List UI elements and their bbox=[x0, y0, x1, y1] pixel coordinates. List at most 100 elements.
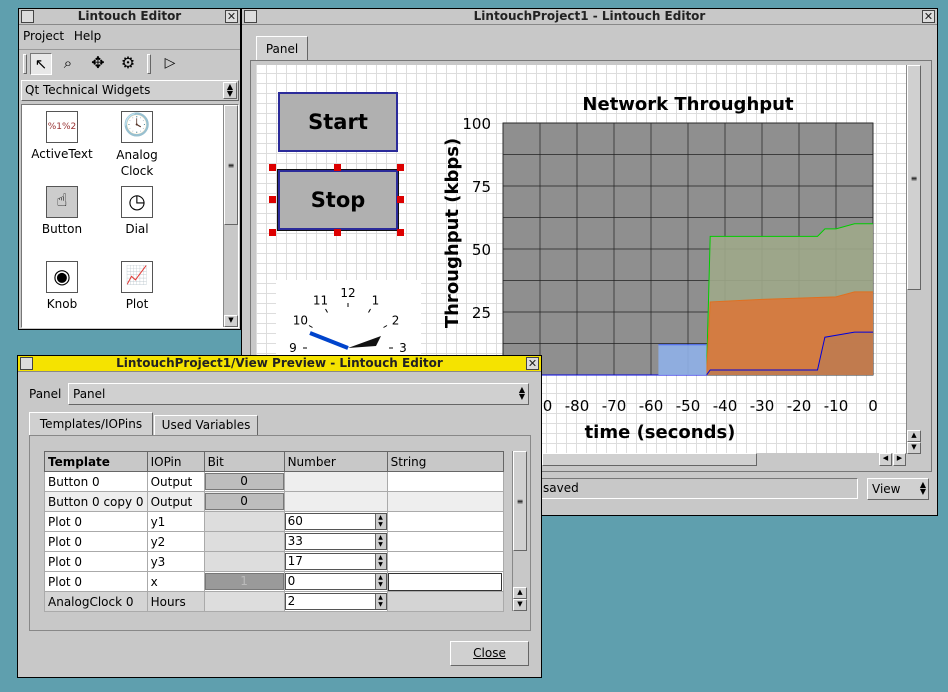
cell-number[interactable]: 17 ▲ ▼ bbox=[283, 551, 388, 572]
toolbar-handle-2[interactable] bbox=[147, 54, 151, 74]
canvas-hscroll-thumb[interactable] bbox=[542, 453, 757, 466]
cell-bit[interactable]: 0 bbox=[203, 491, 285, 512]
stop-button[interactable]: Stop bbox=[278, 170, 398, 230]
cell-bit[interactable]: 0 bbox=[203, 471, 285, 492]
selection-handle[interactable] bbox=[334, 164, 341, 171]
table-row[interactable]: Plot 0 y2 33 ▲ ▼ bbox=[44, 531, 504, 552]
window-menu-icon[interactable] bbox=[244, 10, 257, 23]
clock-numeral: 10 bbox=[293, 314, 308, 328]
selection-handle[interactable] bbox=[269, 229, 276, 236]
scroll-left-icon[interactable]: ◀ bbox=[879, 453, 892, 466]
selection-handle[interactable] bbox=[334, 229, 341, 236]
dial-widget-icon[interactable]: ◷ bbox=[121, 186, 153, 218]
gear-icon[interactable]: ⚙ bbox=[117, 53, 139, 75]
close-icon[interactable]: ✕ bbox=[922, 10, 935, 23]
table-row[interactable]: AnalogClock 0 Hours 2 ▲ ▼ bbox=[44, 591, 504, 612]
window-menu-icon[interactable] bbox=[21, 10, 34, 23]
view-combo[interactable]: View ▲ ▼ bbox=[867, 478, 929, 500]
selection-handle[interactable] bbox=[269, 196, 276, 203]
close-icon[interactable]: ✕ bbox=[526, 357, 539, 370]
tab-templates-iopins[interactable]: Templates/IOPins bbox=[29, 412, 153, 436]
scroll-up-icon[interactable]: ▲ bbox=[907, 430, 921, 442]
col-string[interactable]: String bbox=[386, 451, 504, 472]
spin-arrows-icon[interactable]: ▲ ▼ bbox=[374, 574, 386, 589]
toolbox-title: Lintouch Editor bbox=[77, 9, 182, 23]
move-tool-icon[interactable]: ✥ bbox=[87, 53, 109, 75]
spin-arrows-icon[interactable]: ▲ ▼ bbox=[374, 514, 386, 529]
toolbar-handle[interactable] bbox=[23, 54, 27, 74]
table-row[interactable]: Button 0 copy 0 Output 0 bbox=[44, 491, 504, 512]
activetext-widget-label[interactable]: ActiveText bbox=[27, 147, 97, 161]
selection-handle[interactable] bbox=[397, 164, 404, 171]
plot-widget-icon[interactable]: 📈 bbox=[121, 261, 153, 293]
knob-widget-icon[interactable]: ◉ bbox=[46, 261, 78, 293]
selection-handle[interactable] bbox=[269, 164, 276, 171]
scroll-right-icon[interactable]: ▶ bbox=[893, 453, 906, 466]
bit-toggle[interactable]: 0 bbox=[205, 473, 284, 490]
button-widget-label[interactable]: Button bbox=[27, 222, 97, 236]
window-menu-icon[interactable] bbox=[20, 357, 33, 370]
col-bit[interactable]: Bit bbox=[203, 451, 285, 472]
editor-titlebar[interactable]: LintouchProject1 - Lintouch Editor ✕ bbox=[242, 9, 937, 25]
combo-arrows-icon[interactable]: ▲ ▼ bbox=[223, 82, 237, 99]
number-spinbox[interactable]: 2 ▲ ▼ bbox=[285, 593, 387, 610]
plot-widget-label[interactable]: Plot bbox=[102, 297, 172, 311]
palette-scroll-thumb[interactable]: ≡ bbox=[224, 105, 238, 225]
activetext-widget-icon[interactable]: %1%2 bbox=[46, 111, 78, 143]
canvas-vscroll-thumb[interactable]: ≡ bbox=[907, 65, 921, 290]
knob-widget-label[interactable]: Knob bbox=[27, 297, 97, 311]
cell-number[interactable]: 2 ▲ ▼ bbox=[283, 591, 388, 612]
bit-toggle[interactable]: 0 bbox=[205, 493, 284, 510]
table-row[interactable]: Plot 0 y3 17 ▲ ▼ bbox=[44, 551, 504, 572]
button-widget-icon[interactable]: ☝ bbox=[46, 186, 78, 218]
scroll-up-icon[interactable]: ▲ bbox=[513, 587, 527, 599]
widget-set-combo[interactable]: Qt Technical Widgets ▲ ▼ bbox=[21, 80, 239, 101]
table-vscroll-thumb[interactable]: ≡ bbox=[513, 451, 527, 551]
analog-clock-widget-label[interactable]: Analog Clock bbox=[102, 147, 172, 179]
number-spinbox[interactable]: 60 ▲ ▼ bbox=[285, 513, 387, 530]
tab-panel[interactable]: Panel bbox=[256, 36, 308, 61]
selection-handle[interactable] bbox=[397, 229, 404, 236]
scroll-down-icon[interactable]: ▼ bbox=[907, 442, 921, 454]
cell-number[interactable]: 33 ▲ ▼ bbox=[283, 531, 388, 552]
plot-y-tick-label: 100 bbox=[462, 115, 491, 133]
table-row[interactable]: Button 0 Output 0 bbox=[44, 471, 504, 492]
selection-handle[interactable] bbox=[397, 196, 404, 203]
tab-used-variables[interactable]: Used Variables bbox=[154, 415, 258, 436]
preview-titlebar[interactable]: LintouchProject1/View Preview - Lintouch… bbox=[18, 356, 541, 372]
zoom-tool-icon[interactable]: ⌕ bbox=[57, 53, 79, 75]
toolbox-titlebar[interactable]: Lintouch Editor ✕ bbox=[19, 9, 240, 25]
col-iopin[interactable]: IOPin bbox=[146, 451, 205, 472]
number-spinbox[interactable]: 0 ▲ ▼ bbox=[285, 573, 387, 590]
menu-help[interactable]: Help bbox=[74, 29, 101, 43]
cell-bit[interactable]: 1 bbox=[203, 571, 285, 592]
dial-widget-label[interactable]: Dial bbox=[102, 222, 172, 236]
pointer-tool-icon[interactable]: ↖ bbox=[30, 53, 52, 75]
start-button[interactable]: Start bbox=[278, 92, 398, 152]
canvas-vscrollbar[interactable]: ≡ ▲ ▼ bbox=[906, 65, 921, 454]
table-row[interactable]: Plot 0 y1 60 ▲ ▼ bbox=[44, 511, 504, 532]
clock-numeral: 1 bbox=[372, 293, 380, 307]
run-icon[interactable]: ▷ bbox=[159, 53, 181, 75]
spin-arrows-icon[interactable]: ▲ ▼ bbox=[374, 534, 386, 549]
col-template[interactable]: Template bbox=[44, 451, 148, 472]
spin-arrows-icon[interactable]: ▲ ▼ bbox=[374, 554, 386, 569]
cell-number[interactable]: 0 ▲ ▼ bbox=[283, 571, 388, 592]
spin-arrows-icon[interactable]: ▲ ▼ bbox=[374, 594, 386, 609]
table-vscrollbar[interactable]: ≡ ▲ ▼ bbox=[512, 451, 527, 611]
cell-number[interactable]: 60 ▲ ▼ bbox=[283, 511, 388, 532]
palette-scroll-down-icon[interactable]: ▼ bbox=[224, 315, 238, 327]
col-number[interactable]: Number bbox=[283, 451, 388, 472]
palette-scrollbar[interactable]: ≡ ▼ bbox=[223, 105, 238, 327]
menu-project[interactable]: Project bbox=[23, 29, 64, 43]
number-spinbox[interactable]: 33 ▲ ▼ bbox=[285, 533, 387, 550]
close-icon[interactable]: ✕ bbox=[225, 10, 238, 23]
panel-combo[interactable]: Panel ▲ ▼ bbox=[68, 383, 529, 405]
table-row[interactable]: Plot 0 x 1 0 ▲ ▼ bbox=[44, 571, 504, 592]
bit-toggle[interactable]: 1 bbox=[205, 573, 284, 590]
analog-clock-widget-icon[interactable]: 🕓 bbox=[121, 111, 153, 143]
canvas-hscrollbar[interactable]: ◀ ▶ bbox=[542, 453, 906, 466]
number-spinbox[interactable]: 17 ▲ ▼ bbox=[285, 553, 387, 570]
close-button[interactable]: Close bbox=[450, 641, 529, 666]
scroll-down-icon[interactable]: ▼ bbox=[513, 599, 527, 611]
